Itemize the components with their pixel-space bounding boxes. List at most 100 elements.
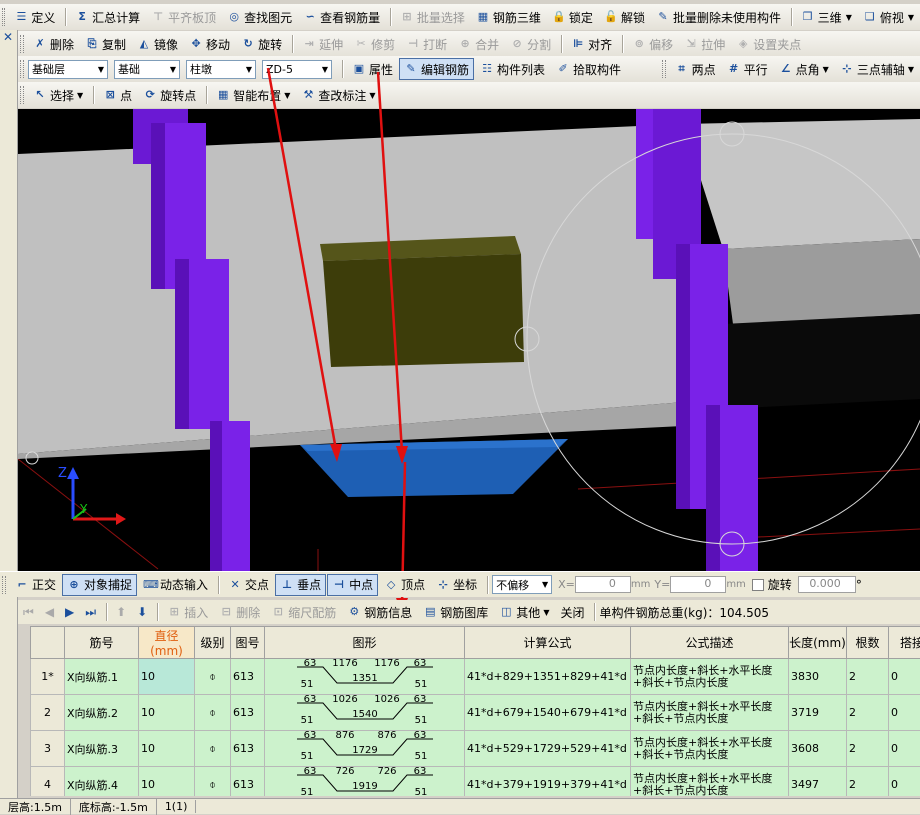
bar-number-cell[interactable]: X向纵筋.4 xyxy=(65,767,139,797)
count-cell[interactable]: 2 xyxy=(847,731,889,767)
dynamic-input-toggle[interactable]: ⌨动态输入 xyxy=(138,574,213,596)
table-row[interactable]: 2X向纵筋.210⌽6136310261026635115405141*d+67… xyxy=(31,695,920,731)
shape-cell[interactable]: 638768766351172951 xyxy=(265,731,465,767)
object-snap-toggle[interactable]: ⊕对象捕捉 xyxy=(62,574,137,596)
figure-number-cell[interactable]: 613 xyxy=(231,767,265,797)
toolbar-grip[interactable] xyxy=(662,60,666,78)
count-cell[interactable]: 2 xyxy=(847,659,889,695)
y-coordinate-input[interactable]: 0 xyxy=(670,576,726,593)
ortho-toggle[interactable]: ⌐正交 xyxy=(10,574,61,596)
figure-number-cell[interactable]: 613 xyxy=(231,659,265,695)
lap-cell[interactable]: 0 xyxy=(889,731,920,767)
count-cell[interactable]: 2 xyxy=(847,767,889,797)
length-cell[interactable]: 3608 xyxy=(789,731,847,767)
toolbar-grip[interactable] xyxy=(2,576,6,594)
delete-button[interactable]: ✗删除 xyxy=(28,33,79,55)
diameter-cell[interactable]: 10 xyxy=(139,695,195,731)
formula-desc-cell[interactable]: 节点内长度+斜长+水平长度+斜长+节点内长度 xyxy=(631,731,789,767)
close-panel-button[interactable]: 关闭 xyxy=(555,601,589,623)
formula-desc-cell[interactable]: 节点内长度+斜长+水平长度+斜长+节点内长度 xyxy=(631,659,789,695)
toolbar-grip[interactable] xyxy=(20,60,24,78)
lap-cell[interactable]: 0 xyxy=(889,767,920,797)
table-row[interactable]: 3X向纵筋.310⌽61363876876635117295141*d+529+… xyxy=(31,731,920,767)
define-button[interactable]: ☰定义 xyxy=(9,6,60,28)
x-coordinate-input[interactable]: 0 xyxy=(575,576,631,593)
property-button[interactable]: ▣属性 xyxy=(347,58,398,80)
toolbar-grip[interactable] xyxy=(20,35,24,53)
rebar-info-button[interactable]: ⚙钢筋信息 xyxy=(342,601,417,623)
formula-desc-header[interactable]: 公式描述 xyxy=(631,627,789,659)
figure-number-header[interactable]: 图号 xyxy=(231,627,265,659)
move-button[interactable]: ✥移动 xyxy=(184,33,235,55)
batch-delete-button[interactable]: ✎批量删除未使用构件 xyxy=(651,6,786,28)
row-number[interactable]: 2 xyxy=(31,695,65,731)
break-button[interactable]: ⊣打断 xyxy=(401,33,452,55)
component-list-button[interactable]: ☷构件列表 xyxy=(475,58,550,80)
table-row[interactable]: 4X向纵筋.410⌽61363726726635119195141*d+379+… xyxy=(31,767,920,797)
formula-cell[interactable]: 41*d+829+1351+829+41*d xyxy=(465,659,631,695)
foundation-slab-right-top[interactable] xyxy=(683,119,920,249)
point-angle-button[interactable]: ∠点角▼ xyxy=(774,58,834,80)
split-button[interactable]: ⊘分割 xyxy=(505,33,556,55)
select-arrow-button[interactable]: ↖选择▼ xyxy=(28,84,88,106)
row-number[interactable]: 4 xyxy=(31,767,65,797)
grade-cell[interactable]: ⌽ xyxy=(195,731,231,767)
move-down-button[interactable]: ⬇ xyxy=(132,601,152,623)
mirror-button[interactable]: ◭镜像 xyxy=(132,33,183,55)
pedestal-block[interactable] xyxy=(323,254,524,367)
top-view-dropdown[interactable]: ❑俯视▼ xyxy=(858,6,919,28)
first-record-button[interactable]: ⏮ xyxy=(18,601,39,623)
shape-cell[interactable]: 63117611766351135151 xyxy=(265,659,465,695)
diameter-cell[interactable]: 10 xyxy=(139,767,195,797)
snap-midpoint-toggle[interactable]: ⊣中点 xyxy=(327,574,378,596)
next-record-button[interactable]: ▶ xyxy=(60,601,79,623)
align-button[interactable]: ⊫对齐 xyxy=(566,33,617,55)
binoculars-button[interactable]: ◎查找图元 xyxy=(222,6,297,28)
parallel-button[interactable]: #平行 xyxy=(722,58,773,80)
foundation-slab-right-front[interactable] xyxy=(723,239,920,324)
close-icon[interactable]: ✕ xyxy=(0,30,17,44)
formula-desc-cell[interactable]: 节点内长度+斜长+水平长度+斜长+节点内长度 xyxy=(631,767,789,797)
formula-cell[interactable]: 41*d+679+1540+679+41*d xyxy=(465,695,631,731)
table-row[interactable]: 1*X向纵筋.110⌽6136311761176635113515141*d+8… xyxy=(31,659,920,695)
formula-cell[interactable]: 41*d+529+1729+529+41*d xyxy=(465,731,631,767)
row-number[interactable]: 1* xyxy=(31,659,65,695)
shape-header[interactable]: 图形 xyxy=(265,627,465,659)
shape-cell[interactable]: 63102610266351154051 xyxy=(265,695,465,731)
rebar-3d-button[interactable]: ▦钢筋三维 xyxy=(471,6,546,28)
move-up-button[interactable]: ⬆ xyxy=(111,601,131,623)
pick-component-button[interactable]: ✐拾取构件 xyxy=(551,58,626,80)
viewport-canvas[interactable]: Z Y xyxy=(18,109,920,571)
length-cell[interactable]: 3830 xyxy=(789,659,847,695)
prev-record-button[interactable]: ◀ xyxy=(40,601,59,623)
extend-button[interactable]: ⇥延伸 xyxy=(297,33,348,55)
count-header[interactable]: 根数 xyxy=(847,627,889,659)
type-select[interactable]: 柱墩▼ xyxy=(186,60,256,79)
snap-vertex-toggle[interactable]: ◇顶点 xyxy=(379,574,430,596)
toolbar-grip[interactable] xyxy=(2,8,5,26)
component-select[interactable]: ZD-5▼ xyxy=(262,60,332,79)
figure-number-cell[interactable]: 613 xyxy=(231,731,265,767)
diameter-cell[interactable]: 10 xyxy=(139,731,195,767)
sigma-button[interactable]: Σ汇总计算 xyxy=(70,6,145,28)
other-menu-button[interactable]: ◫其他▼ xyxy=(494,601,554,623)
trim-button[interactable]: ✂修剪 xyxy=(349,33,400,55)
lap-header[interactable]: 搭接 xyxy=(889,627,920,659)
copy-button[interactable]: ⎘复制 xyxy=(80,33,131,55)
length-cell[interactable]: 3719 xyxy=(789,695,847,731)
grade-cell[interactable]: ⌽ xyxy=(195,767,231,797)
stretch-button[interactable]: ⇲拉伸 xyxy=(679,33,730,55)
row-number[interactable]: 3 xyxy=(31,731,65,767)
layer-select[interactable]: 基础层▼ xyxy=(28,60,108,79)
formula-cell[interactable]: 41*d+379+1919+379+41*d xyxy=(465,767,631,797)
category-select[interactable]: 基础▼ xyxy=(114,60,180,79)
3d-viewport[interactable]: Z Y xyxy=(18,109,920,571)
count-cell[interactable]: 2 xyxy=(847,695,889,731)
rebar-view-button[interactable]: ∽查看钢筋量 xyxy=(298,6,385,28)
three-point-axis-button[interactable]: ⊹三点辅轴▼ xyxy=(835,58,919,80)
bar-number-cell[interactable]: X向纵筋.1 xyxy=(65,659,139,695)
lap-cell[interactable]: 0 xyxy=(889,659,920,695)
unlock-button[interactable]: 🔓解锁 xyxy=(599,6,650,28)
snap-perpendicular-toggle[interactable]: ⊥垂点 xyxy=(275,574,326,596)
offset-button[interactable]: ⊚偏移 xyxy=(627,33,678,55)
